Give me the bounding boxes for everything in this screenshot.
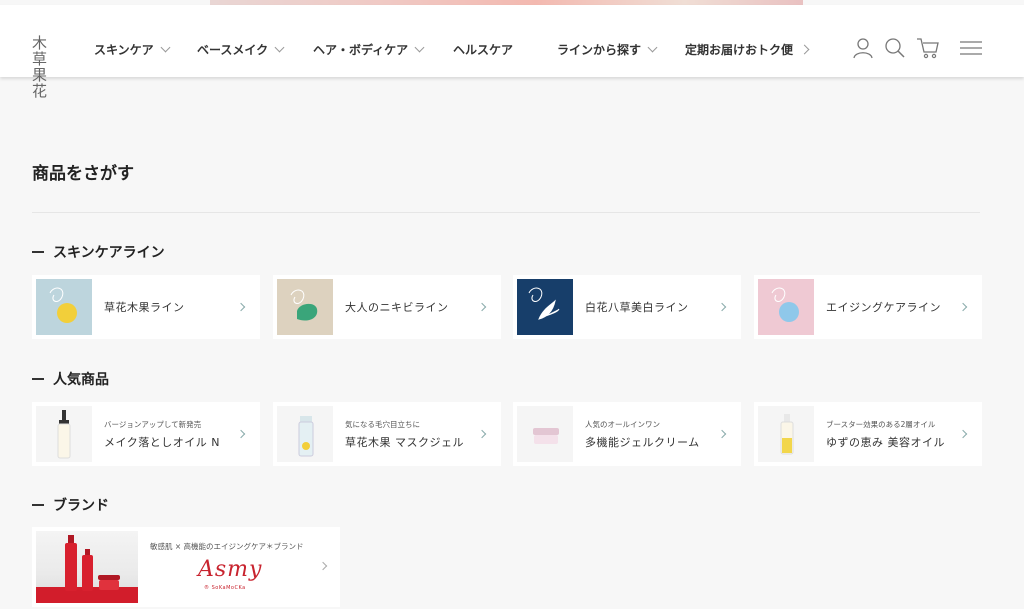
line-card-label: エイジングケアライン [826, 301, 941, 314]
brand-caption: 敏感肌 × 高機能のエイジングケア＊ブランド [150, 542, 304, 551]
line-card-label: 草花木果ライン [104, 301, 185, 314]
nav-search-by-line[interactable]: ラインから探す [557, 41, 658, 58]
chevron-right-icon [236, 302, 246, 312]
product-catch: 人気のオールインワン [585, 419, 660, 429]
search-icon[interactable] [884, 37, 906, 59]
chevron-right-icon [799, 44, 810, 55]
nav-search-by-line-label: ラインから探す [557, 43, 642, 57]
divider [32, 212, 980, 213]
nav-subscription-label: 定期お届けおトク便 [685, 43, 794, 57]
brand-logo-asmy: Asmy [198, 557, 263, 582]
chevron-down-icon [647, 42, 658, 53]
cart-icon[interactable] [916, 37, 940, 59]
line-thumb [758, 279, 814, 335]
line-card-acne[interactable]: 大人のニキビライン [273, 275, 501, 339]
section-brand-title: ブランド [53, 498, 109, 514]
nav-base-makeup[interactable]: ベースメイク [197, 41, 285, 58]
chevron-right-icon [958, 302, 968, 312]
line-card-sokamocka[interactable]: 草花木果ライン [32, 275, 260, 339]
site-logo[interactable]: 木 草 果 花 [32, 35, 72, 99]
chevron-right-icon [477, 302, 487, 312]
product-thumb [758, 406, 814, 462]
product-catch: 気になる毛穴目立ちに [345, 419, 420, 429]
nav-hair-body-label: ヘア・ボディケア [313, 43, 409, 57]
site-header: 木 草 果 花 スキンケア ベースメイク ヘア・ボディケア ヘルスケア ラインか… [0, 5, 1024, 99]
nav-healthcare[interactable]: ヘルスケア [453, 41, 513, 58]
section-skincare-line-title: スキンケアライン [53, 245, 165, 261]
line-card-label: 大人のニキビライン [345, 301, 449, 314]
product-thumb [36, 406, 92, 462]
brand-product-image [36, 531, 138, 603]
chevron-right-icon [236, 429, 246, 439]
nav-healthcare-label: ヘルスケア [453, 43, 514, 57]
dash-icon [32, 378, 44, 380]
product-catch: バージョンアップして新発売 [104, 419, 202, 429]
chevron-down-icon [274, 42, 285, 53]
product-thumb [277, 406, 333, 462]
product-name: 多機能ジェルクリーム [585, 435, 700, 449]
header-icons [852, 37, 984, 59]
chevron-right-icon [717, 302, 727, 312]
line-card-aging[interactable]: エイジングケアライン [754, 275, 982, 339]
product-name: 草花木果 マスクジェル [345, 435, 464, 449]
brand-logo-sub: ® SoKaMoCKa [204, 585, 246, 591]
user-icon[interactable] [852, 37, 874, 59]
brand-card-asmy[interactable]: 敏感肌 × 高機能のエイジングケア＊ブランド Asmy ® SoKaMoCKa [32, 527, 340, 607]
section-skincare-line: スキンケアライン [32, 242, 165, 262]
line-thumb [277, 279, 333, 335]
product-thumb [517, 406, 573, 462]
product-name: ゆずの恵み 美容オイル [826, 435, 945, 449]
product-card-mask-gel[interactable]: 気になる毛穴目立ちに草花木果 マスクジェル [273, 402, 501, 466]
product-card-yuzu-oil[interactable]: ブースター効果のある2層オイルゆずの恵み 美容オイル [754, 402, 982, 466]
page-title: 商品をさがす [32, 164, 134, 184]
chevron-right-icon [958, 429, 968, 439]
section-brand: ブランド [32, 495, 109, 515]
nav-base-makeup-label: ベースメイク [197, 43, 269, 57]
chevron-down-icon [160, 42, 171, 53]
nav-skincare[interactable]: スキンケア [94, 41, 171, 58]
nav-hair-body[interactable]: ヘア・ボディケア [313, 41, 425, 58]
section-popular-title: 人気商品 [53, 372, 109, 388]
dash-icon [32, 504, 44, 506]
chevron-right-icon [318, 561, 328, 571]
section-popular: 人気商品 [32, 369, 109, 389]
product-card-gel-cream[interactable]: 人気のオールインワン多機能ジェルクリーム [513, 402, 741, 466]
logo-line-2: 果 花 [32, 66, 51, 100]
line-thumb [36, 279, 92, 335]
line-card-label: 白花八草美白ライン [585, 301, 689, 314]
nav-subscription[interactable]: 定期お届けおトク便 [685, 41, 810, 58]
dash-icon [32, 251, 44, 253]
chevron-right-icon [717, 429, 727, 439]
product-name: メイク落としオイル N [104, 435, 221, 449]
chevron-right-icon [477, 429, 487, 439]
product-card-cleansing-oil[interactable]: バージョンアップして新発売メイク落としオイル N [32, 402, 260, 466]
product-catch: ブースター効果のある2層オイル [826, 419, 936, 429]
chevron-down-icon [414, 42, 425, 53]
menu-icon[interactable] [958, 37, 984, 59]
nav-skincare-label: スキンケア [94, 43, 154, 57]
line-card-whitening[interactable]: 白花八草美白ライン [513, 275, 741, 339]
line-thumb [517, 279, 573, 335]
logo-line-1: 木 草 [32, 34, 51, 68]
